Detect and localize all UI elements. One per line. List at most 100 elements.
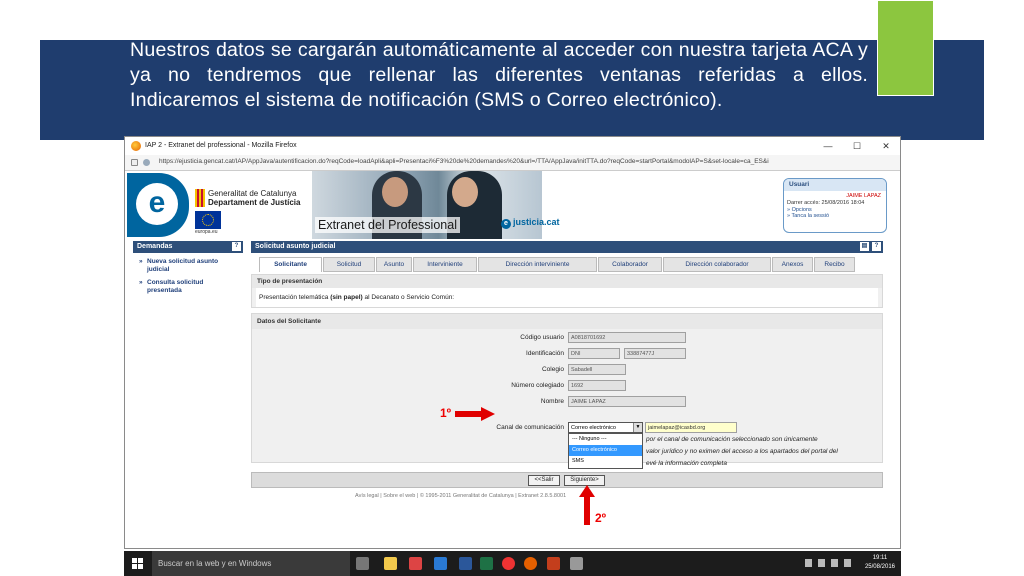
volume-icon[interactable] bbox=[831, 559, 838, 567]
main-panel-title: Solicitud asunto judicial bbox=[255, 243, 336, 250]
channel-option-sms[interactable]: SMS bbox=[569, 456, 642, 467]
print-icon[interactable]: ▤ bbox=[860, 242, 869, 251]
excel-icon[interactable] bbox=[480, 557, 493, 570]
step1-marker: 1º bbox=[440, 406, 452, 420]
tab-anexos[interactable]: Anexos bbox=[772, 257, 813, 272]
presentation-slide: Nuestros datos se cargarán automáticamen… bbox=[0, 0, 1024, 576]
tab-direccion-interviniente[interactable]: Dirección interviniente bbox=[478, 257, 597, 272]
gencat-line2: Departament de Justícia bbox=[208, 198, 301, 207]
minimize-button[interactable]: — bbox=[822, 140, 834, 152]
taskbar-clock[interactable]: 19:11 25/08/2016 bbox=[865, 554, 895, 572]
page-footer: Avís legal | Sobre el web | © 1995-2011 … bbox=[355, 493, 567, 499]
address-bar[interactable]: https://ejusticia.gencat.cat/IAP/AppJava… bbox=[125, 155, 900, 171]
tab-solicitud[interactable]: Solicitud bbox=[323, 257, 375, 272]
tab-solicitante[interactable]: Solicitante bbox=[259, 257, 322, 272]
id-type-field: DNI bbox=[568, 348, 620, 359]
applicant-heading: Datos del Solicitante bbox=[252, 314, 882, 329]
sidebar-item-query-request[interactable]: Consulta solicitud presentada bbox=[133, 274, 243, 295]
windows-taskbar: Buscar en la web y en Windows 19:11 25/0… bbox=[124, 551, 901, 576]
user-code-field: A0818701692 bbox=[568, 332, 686, 343]
field-label: Colegio bbox=[541, 366, 564, 373]
field-label: Número colegiado bbox=[511, 382, 564, 389]
chrome-icon[interactable] bbox=[502, 557, 515, 570]
step1-arrow-icon bbox=[455, 407, 495, 421]
presentation-section: Tipo de presentación Presentación telemá… bbox=[251, 274, 883, 308]
accent-rectangle bbox=[877, 0, 934, 96]
url-text[interactable]: https://ejusticia.gencat.cat/IAP/AppJava… bbox=[159, 158, 769, 165]
left-panel-title: Demandas bbox=[137, 243, 173, 250]
tab-direccion-colaborador[interactable]: Dirección colaborador bbox=[663, 257, 771, 272]
file-explorer-icon[interactable] bbox=[384, 557, 397, 570]
main-panel: Solicitud asunto judicial ▤ ? Solicitant… bbox=[251, 241, 883, 501]
field-row: Nombre bbox=[251, 396, 564, 408]
lock-icon bbox=[131, 159, 138, 166]
note-line-1: por el canal de comunicación seleccionad… bbox=[646, 436, 818, 443]
eu-flag-icon bbox=[195, 211, 221, 229]
help-icon[interactable]: ? bbox=[872, 242, 881, 251]
justicia-label: justicia.cat bbox=[513, 217, 560, 227]
channel-selected-value: Correo electrónico bbox=[571, 425, 616, 431]
app-icon[interactable] bbox=[409, 557, 422, 570]
field-row: Canal de comunicación bbox=[251, 422, 564, 434]
logout-link[interactable]: » Tanca la sessió bbox=[784, 213, 886, 219]
field-row: Identificación bbox=[251, 348, 564, 360]
extranet-title: Extranet del Professional bbox=[315, 217, 460, 233]
email-field[interactable]: jaimelapaz@icasbd.org bbox=[645, 422, 737, 433]
channel-option-email[interactable]: Correo electrónico bbox=[569, 445, 642, 456]
powerpoint-icon[interactable] bbox=[547, 557, 560, 570]
close-button[interactable]: ✕ bbox=[880, 140, 892, 152]
ejusticia-logo: e bbox=[127, 173, 189, 237]
exit-button[interactable]: <<Salir bbox=[528, 475, 560, 486]
college-field: Sabadell bbox=[568, 364, 626, 375]
field-label: Nombre bbox=[540, 398, 564, 405]
word-icon[interactable] bbox=[459, 557, 472, 570]
field-row: Colegio bbox=[251, 364, 564, 376]
name-field: JAIME LAPAZ bbox=[568, 396, 686, 407]
button-bar: <<Salir Siguiente> bbox=[251, 472, 883, 488]
tab-bar: Solicitante Solicitud Asunto Intervinien… bbox=[259, 257, 859, 272]
clock-time: 19:11 bbox=[872, 555, 888, 561]
europa-label: europa.eu bbox=[195, 229, 218, 235]
catalan-flag-icon bbox=[195, 189, 205, 207]
window-title: IAP 2 - Extranet del professional - Mozi… bbox=[145, 142, 297, 149]
field-row: Código usuario bbox=[251, 332, 564, 344]
site-identity-icon[interactable] bbox=[143, 159, 150, 166]
task-view-icon[interactable] bbox=[356, 557, 369, 570]
tab-interviniente[interactable]: Interviniente bbox=[413, 257, 477, 272]
user-heading: Usuari bbox=[784, 179, 886, 191]
field-row: Número colegiado bbox=[251, 380, 564, 392]
channel-select[interactable]: Correo electrónico ▼ bbox=[568, 422, 643, 433]
tab-recibo[interactable]: Recibo bbox=[814, 257, 855, 272]
help-icon[interactable]: ? bbox=[232, 242, 241, 251]
user-name: JAIME LAPAZ bbox=[846, 193, 881, 199]
gencat-line1: Generalitat de Catalunya bbox=[208, 189, 297, 198]
browser-titlebar: IAP 2 - Extranet del professional - Mozi… bbox=[125, 137, 900, 155]
windows-start-icon[interactable] bbox=[132, 558, 143, 569]
sidebar-item-new-request[interactable]: Nueva solicitud asunto judicial bbox=[133, 253, 243, 274]
app-icon[interactable] bbox=[570, 557, 583, 570]
network-icon[interactable] bbox=[818, 559, 825, 567]
app-icon[interactable] bbox=[434, 557, 447, 570]
battery-icon[interactable] bbox=[844, 559, 851, 567]
slide-text: Nuestros datos se cargarán automáticamen… bbox=[130, 39, 868, 111]
note-line-3: evé la información completa bbox=[646, 460, 727, 467]
step2-marker: 2º bbox=[595, 511, 607, 525]
tab-asunto[interactable]: Asunto bbox=[376, 257, 412, 272]
channel-option-none[interactable]: --- Ninguno --- bbox=[569, 434, 642, 445]
left-panel: Demandas? Nueva solicitud asunto judicia… bbox=[133, 241, 243, 301]
justicia-logo: e justicia.cat bbox=[501, 217, 560, 229]
id-number-field: 33887477J bbox=[624, 348, 686, 359]
user-box: Usuari JAIME LAPAZ Darrer accés: 25/08/2… bbox=[783, 178, 887, 233]
last-access: Darrer accés: 25/08/2016 18:04 bbox=[787, 200, 865, 206]
browser-window: IAP 2 - Extranet del professional - Mozi… bbox=[124, 136, 901, 549]
taskbar-search[interactable]: Buscar en la web y en Windows bbox=[152, 551, 350, 576]
tray-up-icon[interactable] bbox=[805, 559, 812, 567]
firefox-icon[interactable] bbox=[524, 557, 537, 570]
channel-options-list: --- Ninguno --- Correo electrónico SMS bbox=[568, 433, 643, 469]
firefox-icon bbox=[131, 141, 141, 151]
tab-colaborador[interactable]: Colaborador bbox=[598, 257, 662, 272]
presentation-text: Presentación telemática (sin papel) al D… bbox=[256, 288, 878, 307]
chevron-down-icon[interactable]: ▼ bbox=[633, 423, 642, 432]
presentation-heading: Tipo de presentación bbox=[252, 275, 882, 288]
maximize-button[interactable]: ☐ bbox=[851, 140, 863, 152]
